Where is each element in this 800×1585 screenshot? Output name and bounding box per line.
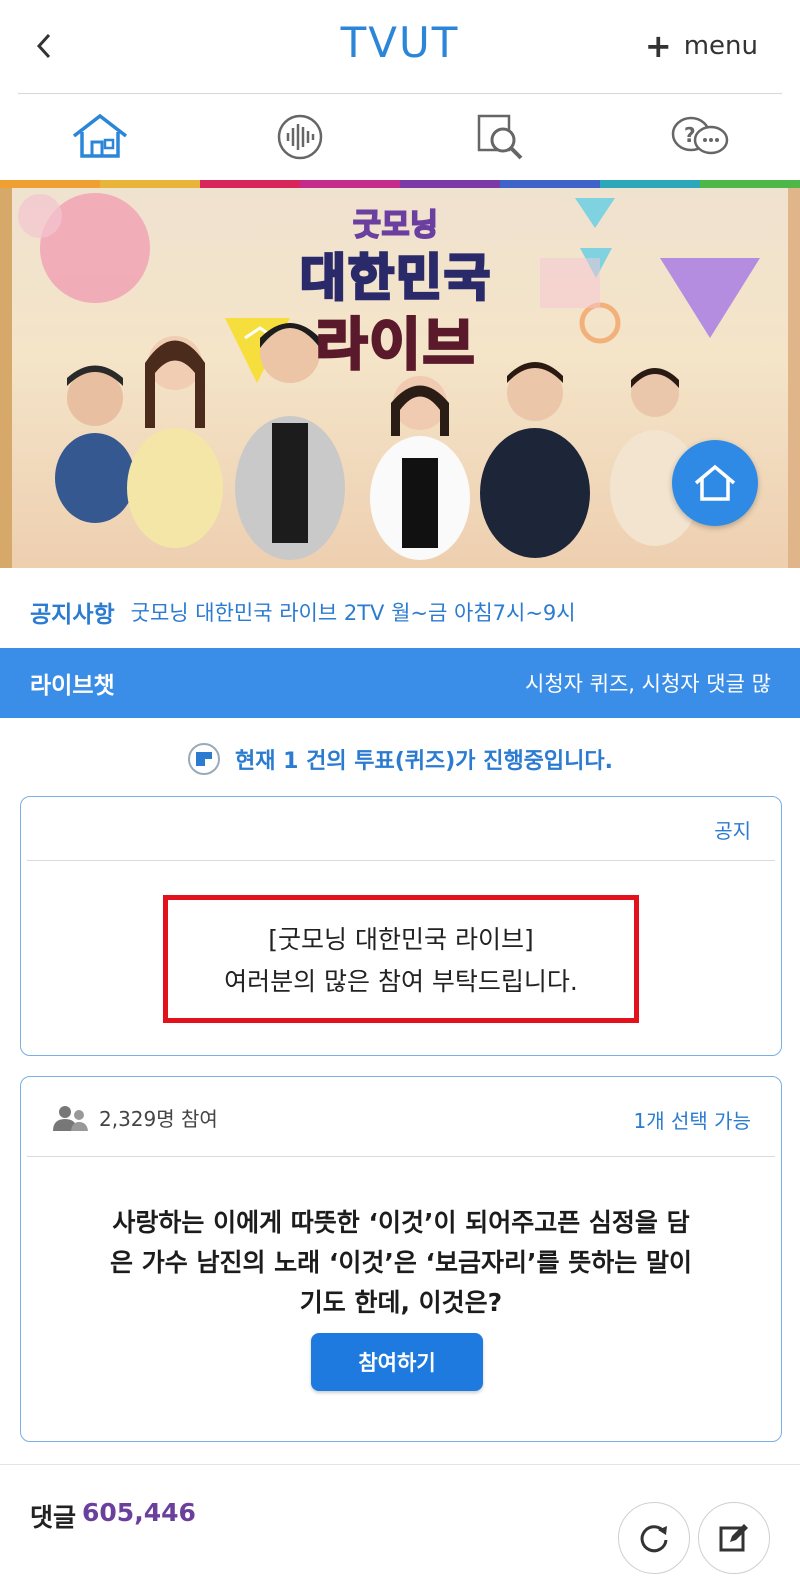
- rainbow-segment: [0, 180, 100, 188]
- notice-text: 굿모닝 대한민국 라이브 2TV 월~금 아침7시~9시: [130, 601, 576, 625]
- comments-label: 댓글: [30, 1503, 77, 1532]
- rainbow-segment: [700, 180, 800, 188]
- write-comment-button[interactable]: [698, 1502, 770, 1574]
- refresh-button[interactable]: [618, 1502, 690, 1574]
- plus-icon: +: [644, 27, 672, 65]
- icon-nav: ?: [0, 94, 800, 180]
- notice-line-2: 여러분의 많은 참여 부탁드립니다.: [224, 967, 578, 996]
- participants: 2,329명 참여: [51, 1103, 218, 1132]
- notice-card-header: 공지: [27, 797, 775, 861]
- quiz-question-line-1: 사랑하는 이에게 따뜻한 ‘이것’이 되어주고픈 심정을 담: [112, 1208, 690, 1237]
- notice-bar[interactable]: 공지사항 굿모닝 대한민국 라이브 2TV 월~금 아침7시~9시: [30, 590, 780, 634]
- comments-count: 605,446: [82, 1498, 196, 1527]
- notice-line-1: [굿모닝 대한민국 라이브]: [268, 925, 534, 954]
- rainbow-strip: [0, 180, 800, 188]
- edit-icon: [719, 1524, 748, 1552]
- participants-count: 2,329명 참여: [99, 1107, 218, 1131]
- notice-label: 공지사항: [30, 602, 115, 628]
- notice-highlight-box: [굿모닝 대한민국 라이브] 여러분의 많은 참여 부탁드립니다.: [163, 895, 639, 1023]
- home-fab-button[interactable]: [672, 440, 758, 526]
- menu-button[interactable]: + menu: [645, 30, 758, 62]
- join-button[interactable]: 참여하기: [311, 1333, 483, 1391]
- quiz-card: 2,329명 참여 1개 선택 가능 사랑하는 이에게 따뜻한 ‘이것’이 되어…: [20, 1076, 782, 1442]
- refresh-icon: [640, 1525, 668, 1553]
- comments-divider: [0, 1464, 800, 1465]
- people-icon: [53, 1105, 88, 1131]
- select-rule: 1개 선택 가능: [633, 1109, 751, 1133]
- program-logo: 굿모닝 대한민국 라이브: [299, 200, 492, 381]
- livechat-marquee: 시청자 퀴즈, 시청자 댓글 많: [525, 672, 771, 696]
- rainbow-segment: [100, 180, 200, 188]
- home-icon: [694, 464, 736, 501]
- quiz-card-header: 2,329명 참여 1개 선택 가능: [27, 1077, 775, 1157]
- vote-status: 현재 1 건의 투표(퀴즈)가 진행중입니다.: [0, 736, 800, 782]
- vote-status-text: 현재 1 건의 투표(퀴즈)가 진행중입니다.: [234, 749, 613, 774]
- rainbow-segment: [500, 180, 600, 188]
- nav-audio[interactable]: [200, 94, 400, 180]
- livechat-title: 라이브챗: [30, 673, 115, 699]
- nav-home[interactable]: [0, 94, 200, 180]
- notice-tag: 공지: [714, 819, 751, 843]
- rainbow-segment: [600, 180, 700, 188]
- quiz-question-line-3: 기도 한데, 이것은?: [299, 1288, 503, 1317]
- rainbow-segment: [400, 180, 500, 188]
- quiz-question-line-2: 은 가수 남진의 노래 ‘이것’은 ‘보금자리’를 뜻하는 말이: [110, 1248, 692, 1277]
- search-icon: [477, 114, 523, 160]
- svg-text:?: ?: [684, 123, 696, 147]
- app-header: TVUT + menu: [0, 0, 800, 94]
- home-icon: [72, 113, 128, 158]
- nav-faq[interactable]: ?: [600, 94, 800, 180]
- faq-chat-icon: ?: [671, 116, 729, 155]
- vote-icon: [187, 743, 220, 775]
- livechat-bar[interactable]: 라이브챗 시청자 퀴즈, 시청자 댓글 많: [0, 648, 800, 718]
- rainbow-segment: [200, 180, 300, 188]
- menu-label: menu: [683, 31, 758, 61]
- comments-header: 댓글 605,446: [30, 1498, 196, 1534]
- notice-card: 공지 [굿모닝 대한민국 라이브] 여러분의 많은 참여 부탁드립니다.: [20, 796, 782, 1056]
- program-banner: 굿모닝 대한민국 라이브: [0, 188, 800, 568]
- audio-icon: [277, 114, 323, 160]
- program-logo-big: 라이브: [314, 312, 477, 380]
- rainbow-segment: [300, 180, 400, 188]
- quiz-question: 사랑하는 이에게 따뜻한 ‘이것’이 되어주고픈 심정을 담 은 가수 남진의 …: [41, 1203, 761, 1323]
- nav-search[interactable]: [400, 94, 600, 180]
